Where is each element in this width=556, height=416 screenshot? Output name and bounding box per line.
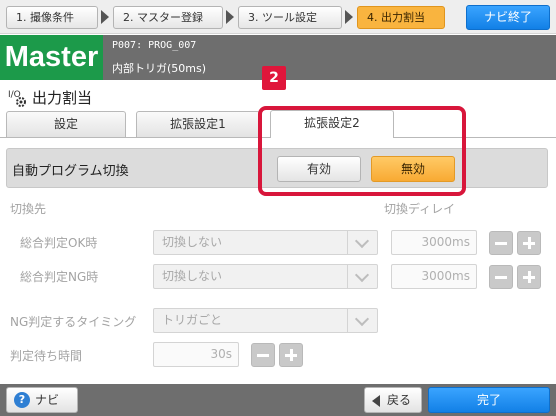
step-arrow-icon xyxy=(345,10,353,24)
wait-time-label: 判定待ち時間 xyxy=(10,349,83,363)
ng-timing-select[interactable]: トリガごと xyxy=(153,308,378,333)
wait-time-minus-button[interactable] xyxy=(251,343,275,367)
ng-switch-select[interactable]: 切換しない xyxy=(153,264,378,289)
annotation-badge: 2 xyxy=(262,66,286,90)
minus-icon xyxy=(495,276,507,279)
step-3-tool-settings[interactable]: 3. ツール設定 xyxy=(238,6,342,29)
tab-settings[interactable]: 設定 xyxy=(6,111,126,137)
footer-bar: ? ナビ 戻る 完了 xyxy=(0,384,556,416)
plus-icon-vertical xyxy=(290,349,293,361)
ng-row-label: 総合判定NG時 xyxy=(20,270,99,284)
svg-text:I/O: I/O xyxy=(8,90,21,100)
step-4-output-assignment[interactable]: 4. 出力割当 xyxy=(357,6,445,29)
done-button[interactable]: 完了 xyxy=(428,387,550,413)
plus-icon-vertical xyxy=(528,271,531,283)
chevron-down-icon xyxy=(347,309,377,332)
chevron-down-icon xyxy=(347,265,377,288)
wait-time-plus-button[interactable] xyxy=(279,343,303,367)
navi-help-button[interactable]: ? ナビ xyxy=(6,387,78,413)
step-4-label: 4. 出力割当 xyxy=(367,11,425,24)
back-arrow-icon xyxy=(372,395,380,407)
ng-delay-plus-button[interactable] xyxy=(517,265,541,289)
ng-timing-label: NG判定するタイミング xyxy=(10,315,137,329)
ok-switch-select[interactable]: 切換しない xyxy=(153,230,378,255)
help-icon: ? xyxy=(14,392,30,408)
step-1-label: 1. 撮像条件 xyxy=(16,11,74,24)
step-2-master-registration[interactable]: 2. マスター登録 xyxy=(113,6,223,29)
navi-help-label: ナビ xyxy=(35,393,60,407)
ng-switch-select-value: 切換しない xyxy=(162,269,223,283)
master-label: Master xyxy=(0,35,103,80)
wait-time-input[interactable]: 30s xyxy=(153,342,239,367)
ng-delay-input[interactable]: 3000ms xyxy=(391,264,477,289)
annotation-highlight-box xyxy=(258,106,466,196)
step-2-label: 2. マスター登録 xyxy=(123,11,203,24)
plus-icon-vertical xyxy=(528,237,531,249)
minus-icon xyxy=(495,242,507,245)
ok-delay-minus-button[interactable] xyxy=(489,231,513,255)
page-title: 出力割当 xyxy=(32,89,93,107)
ok-delay-input[interactable]: 3000ms xyxy=(391,230,477,255)
switch-destination-label: 切換先 xyxy=(10,202,47,216)
back-button[interactable]: 戻る xyxy=(364,387,422,413)
navi-end-button[interactable]: ナビ終了 xyxy=(466,5,550,30)
ok-row-label: 総合判定OK時 xyxy=(20,236,98,250)
switch-delay-label: 切換ディレイ xyxy=(384,202,456,216)
back-label: 戻る xyxy=(387,393,412,407)
minus-icon xyxy=(257,354,269,357)
step-3-label: 3. ツール設定 xyxy=(248,11,317,24)
trigger-mode: 内部トリガ(50ms) xyxy=(112,62,207,75)
ok-switch-select-value: 切換しない xyxy=(162,235,223,249)
ok-delay-plus-button[interactable] xyxy=(517,231,541,255)
step-arrow-icon xyxy=(101,10,109,24)
tab-extended-settings-1[interactable]: 拡張設定1 xyxy=(136,111,260,137)
step-arrow-icon xyxy=(226,10,234,24)
wizard-step-bar: 1. 撮像条件 2. マスター登録 3. ツール設定 4. 出力割当 ナビ終了 xyxy=(0,0,556,34)
chevron-down-icon xyxy=(347,231,377,254)
ng-delay-minus-button[interactable] xyxy=(489,265,513,289)
program-name: P007: PROG_007 xyxy=(112,40,197,51)
step-1-imaging-conditions[interactable]: 1. 撮像条件 xyxy=(6,6,98,29)
io-gear-icon: I/O xyxy=(8,90,26,107)
ng-timing-select-value: トリガごと xyxy=(162,313,223,327)
auto-switch-title: 自動プログラム切換 xyxy=(12,164,129,179)
